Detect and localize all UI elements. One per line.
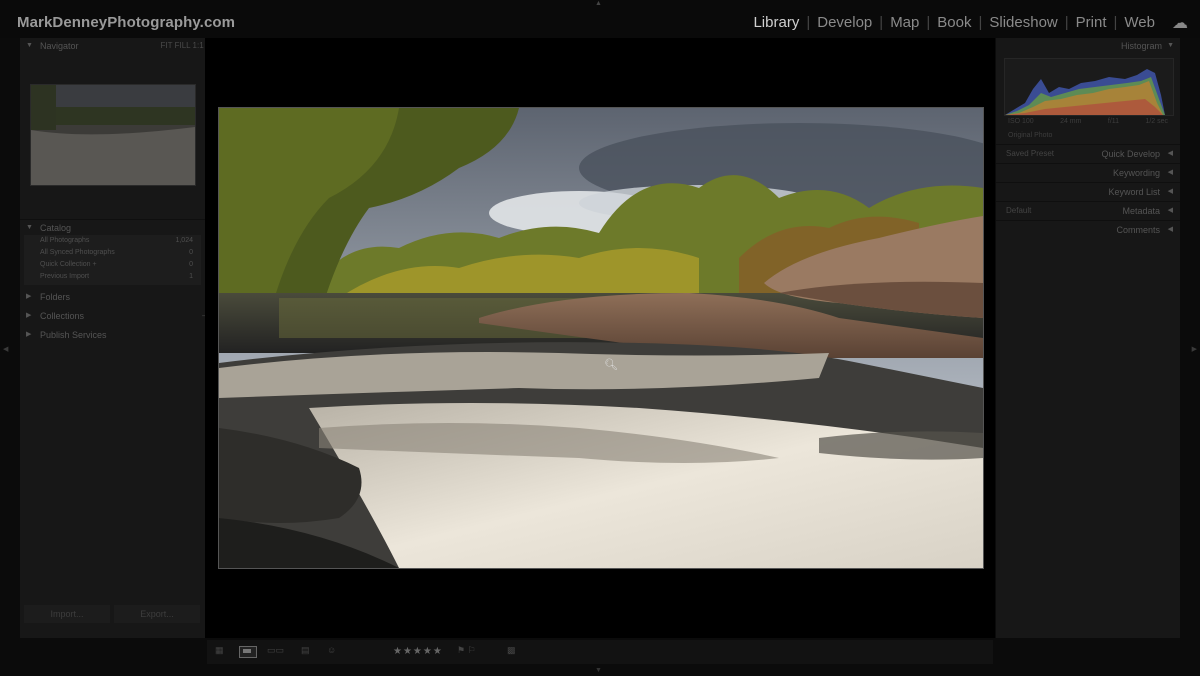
module-book[interactable]: Book [937, 14, 971, 31]
identity-plate: MarkDenneyPhotography.com [17, 14, 236, 31]
right-panel-toggle-icon[interactable]: ▶ [1192, 345, 1197, 353]
catalog-item-count: 0 [189, 249, 193, 256]
catalog-list: All Photographs 1,024 All Synced Photogr… [24, 235, 201, 285]
histogram-exif-info: ISO 100 24 mm f/11 1/2 sec [1008, 118, 1168, 130]
export-button[interactable]: Export... [114, 605, 200, 623]
module-map[interactable]: Map [890, 14, 919, 31]
flag-buttons[interactable]: ⚑ ⚐ [457, 645, 476, 656]
catalog-header[interactable]: ▼ Catalog [20, 219, 225, 236]
folders-title: Folders [40, 292, 71, 302]
library-toolbar: ▦ ▭▭ ▤ ☺ ★★★★★ ⚑ ⚐ ▩ [207, 640, 993, 664]
collapse-triangle-icon: ◀ [1167, 226, 1173, 233]
module-slideshow[interactable]: Slideshow [989, 14, 1057, 31]
folders-header[interactable]: ▶ Folders + [20, 289, 225, 305]
module-library[interactable]: Library [753, 14, 799, 31]
color-label-icon[interactable]: ▩ [507, 645, 519, 657]
people-view-icon[interactable]: ☺ [327, 645, 336, 655]
module-web[interactable]: Web [1124, 14, 1155, 31]
keywording-header[interactable]: Keywording ◀ [996, 163, 1180, 182]
catalog-item-count: 0 [189, 261, 193, 268]
collections-title: Collections [40, 311, 85, 321]
left-panel-toggle-icon[interactable]: ◀ [3, 345, 8, 353]
publish-services-header[interactable]: ▶ Publish Services + [20, 327, 225, 343]
navigator-header[interactable]: ▼ Navigator FIT FILL 1:1 3:1 [20, 38, 225, 54]
module-separator: | [926, 14, 931, 31]
iso-value: ISO 100 [1008, 118, 1034, 125]
publish-services-title: Publish Services [40, 330, 107, 340]
histogram-header[interactable]: Histogram ▼ [996, 38, 1180, 54]
module-separator: | [1113, 14, 1118, 31]
catalog-item-label: Quick Collection + [40, 261, 97, 268]
module-separator: | [806, 14, 811, 31]
module-separator: | [1064, 14, 1069, 31]
cloud-icon[interactable]: ☁ [1172, 13, 1188, 33]
comments-header[interactable]: Comments ◀ [996, 220, 1180, 239]
catalog-item-label: Previous Import [40, 273, 90, 280]
quick-develop-title: Quick Develop [1101, 149, 1160, 159]
collapse-triangle-icon: ◀ [1167, 188, 1173, 195]
quick-develop-header[interactable]: Saved Preset Quick Develop ◀ [996, 144, 1180, 163]
module-separator: | [978, 14, 983, 31]
catalog-item[interactable]: Previous Import 1 [24, 271, 201, 283]
module-print[interactable]: Print [1076, 14, 1107, 31]
expand-triangle-icon: ▼ [26, 224, 33, 231]
main-photo[interactable] [218, 107, 984, 569]
grid-view-icon[interactable]: ▦ [215, 645, 224, 656]
star-rating[interactable]: ★★★★★ [393, 646, 443, 657]
catalog-item[interactable]: Quick Collection + 0 [24, 259, 201, 271]
catalog-item-label: All Photographs [40, 237, 90, 244]
bottom-panel-toggle-icon[interactable]: ▼ [595, 667, 602, 674]
focal-length-value: 24 mm [1060, 118, 1082, 125]
module-develop[interactable]: Develop [817, 14, 872, 31]
comments-title: Comments [1116, 225, 1160, 235]
catalog-item-label: All Synced Photographs [40, 249, 115, 256]
left-panel: ▼ Navigator FIT FILL 1:1 3:1 ▼ Catalog A… [20, 38, 225, 638]
panel-triangle-icon: ▶ [26, 293, 32, 300]
survey-view-icon[interactable]: ▤ [301, 645, 310, 656]
module-separator: | [879, 14, 884, 31]
top-panel-toggle-icon[interactable]: ▲ [595, 0, 602, 7]
metadata-title: Metadata [1122, 206, 1160, 216]
navigator-preview[interactable] [30, 84, 196, 186]
catalog-item-count: 1 [189, 273, 193, 280]
collapse-triangle-icon: ◀ [1167, 207, 1173, 214]
collections-header[interactable]: ▶ Collections — + [20, 308, 225, 324]
compare-view-icon[interactable]: ▭▭ [267, 645, 284, 656]
expand-triangle-icon: ▼ [26, 42, 33, 49]
histogram-title: Histogram [1120, 41, 1162, 51]
shutter-speed-value: 1/2 sec [1145, 118, 1168, 125]
navigator-title: Navigator [40, 41, 79, 51]
collapse-triangle-icon: ◀ [1167, 150, 1173, 157]
keyword-list-title: Keyword List [1108, 187, 1160, 197]
right-panel: Histogram ▼ ISO 100 24 mm f/11 1/2 sec O… [996, 38, 1180, 638]
zoom-cursor-icon: 🔍︎ [604, 359, 618, 371]
aperture-value: f/11 [1107, 118, 1120, 125]
metadata-preset-dropdown[interactable]: Default [1006, 202, 1031, 220]
saved-preset-dropdown[interactable]: Saved Preset [1006, 145, 1054, 163]
loupe-view-icon[interactable] [239, 646, 257, 658]
metadata-header[interactable]: Default Metadata ◀ [996, 201, 1180, 220]
expand-triangle-icon: ▼ [1167, 42, 1174, 49]
collapse-triangle-icon: ◀ [1167, 169, 1173, 176]
import-button[interactable]: Import... [24, 605, 110, 623]
keywording-title: Keywording [1112, 168, 1160, 178]
catalog-item[interactable]: All Photographs 1,024 [24, 235, 201, 247]
original-photo-label: Original Photo [1008, 132, 1053, 139]
top-bar: ▲ MarkDenneyPhotography.com Library | De… [0, 0, 1200, 38]
catalog-item[interactable]: All Synced Photographs 0 [24, 247, 201, 259]
panel-triangle-icon: ▶ [26, 331, 32, 338]
catalog-item-count: 1,024 [175, 237, 193, 244]
panel-triangle-icon: ▶ [26, 312, 32, 319]
module-picker: Library | Develop | Map | Book | Slidesh… [753, 14, 1155, 31]
keyword-list-header[interactable]: Keyword List ◀ [996, 182, 1180, 201]
catalog-title: Catalog [40, 223, 72, 233]
histogram-graph [1004, 58, 1174, 116]
